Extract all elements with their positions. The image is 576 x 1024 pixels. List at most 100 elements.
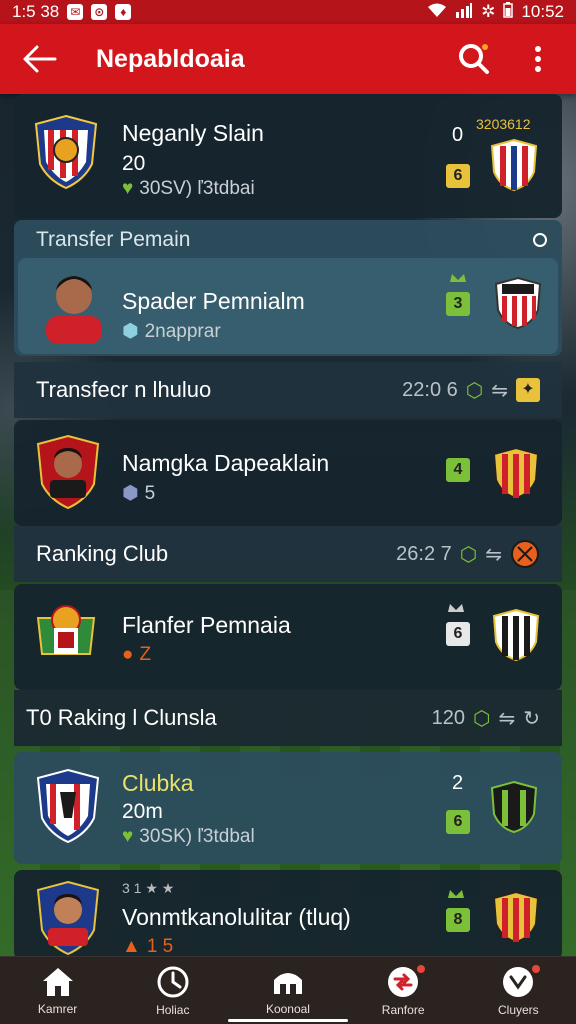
leaf-icon: ♥ xyxy=(122,826,134,847)
player-avatar xyxy=(46,276,102,344)
player-meta-text: 2napprar xyxy=(144,320,221,342)
bottom-navigation: Kamrer Holiac Koonoal Ranfore Cluyers xyxy=(0,956,576,1024)
nav-item-home[interactable]: Kamrer xyxy=(8,966,108,1016)
crown-icon xyxy=(448,604,464,612)
list-item[interactable]: 3 1 ★ ★ Vonmtkanolulitar (tluq) ▲ 1 5 8 xyxy=(14,870,562,960)
rating-badge: 6 xyxy=(446,164,470,188)
section-header: Transfecr n lhuluo 22:0 6 ⬡ ⇋ ✦ xyxy=(14,362,562,418)
shield-outline-icon: ⬡ xyxy=(459,543,478,566)
player-crest-icon xyxy=(36,880,100,956)
app-bar: Nepabldoaia xyxy=(0,24,576,94)
section-title: Ranking Club xyxy=(36,541,169,566)
section-count: 120 xyxy=(431,706,465,729)
rating-badge: 6 xyxy=(446,810,470,834)
home-indicator xyxy=(228,1019,348,1022)
trophy-icon[interactable]: ✦ xyxy=(516,378,540,402)
club-meta-text: 30SK) ľ3tdbal xyxy=(139,826,255,847)
alarm-icon: ✲ xyxy=(481,2,496,21)
notification-dot xyxy=(532,964,541,973)
fire-icon: ● xyxy=(122,644,134,665)
clock-icon xyxy=(157,966,189,997)
player-crest-icon xyxy=(36,434,100,510)
list-item[interactable]: Spader Pemnialm ⬢ 2napprar 3 xyxy=(18,258,558,354)
nav-item-clubs[interactable]: Cluyers xyxy=(468,964,568,1017)
page-title: Nepabldoaia xyxy=(96,44,245,73)
info-icon[interactable] xyxy=(532,232,548,248)
player-meta-text: 1 5 xyxy=(146,936,174,957)
settings-icon: ⊙ xyxy=(91,4,108,20)
transfer-arrows-icon: ⇋ xyxy=(491,379,508,402)
notification-icon: ✉ xyxy=(67,4,84,20)
shield-outline-icon: ⬡ xyxy=(473,707,491,730)
nav-item-transfer[interactable]: Ranfore xyxy=(353,964,453,1017)
section-title: Transfer Pemain xyxy=(36,228,191,251)
club-shield-icon xyxy=(492,446,540,500)
club-crest-icon xyxy=(36,605,96,655)
club-name: Clubka xyxy=(122,770,194,796)
list-item[interactable]: Namgka Dapeaklain ⬢ 5 4 xyxy=(14,420,562,526)
club-meta: ♥ 30SV) ľ3tdbai xyxy=(122,178,255,200)
player-name: Namgka Dapeaklain xyxy=(122,450,330,476)
rating-badge: 6 xyxy=(446,622,470,646)
list-item[interactable]: Neganly Slain 20 ♥ 30SV) ľ3tdbai 0 32036… xyxy=(14,94,562,218)
club-subtitle: 20m xyxy=(122,800,163,823)
club-meta: ♥ 30SK) ľ3tdbal xyxy=(122,826,255,848)
refresh-icon[interactable]: ↻ xyxy=(523,706,540,731)
player-meta-text: 5 xyxy=(144,482,156,504)
club-meta-text: Z xyxy=(139,644,152,665)
rank-number: 0 xyxy=(452,124,464,146)
section-time: 26:2 7 xyxy=(396,542,452,565)
ball-icon[interactable] xyxy=(510,539,540,569)
player-meta: ▲ 1 5 xyxy=(122,936,173,958)
nav-label: Kamrer xyxy=(37,1001,78,1016)
back-button[interactable] xyxy=(20,39,60,79)
search-icon xyxy=(459,44,489,74)
club-meta: ● Z xyxy=(122,644,151,666)
nav-label: Holiac xyxy=(156,1002,190,1017)
wifi-icon xyxy=(427,2,447,23)
list-item[interactable]: Flanfer Pemnaia ● Z 6 xyxy=(14,584,562,690)
section-header: Ranking Club 26:2 7 ⬡ ⇋ xyxy=(14,526,562,582)
rank-number: 2 xyxy=(452,772,464,794)
status-time: 1:5 38 xyxy=(12,2,60,21)
list-item[interactable]: Clubka 20m ♥ 30SK) ľ3tdbal 2 6 xyxy=(14,752,562,864)
player-name: Vonmtkanolulitar (tluq) xyxy=(122,904,351,930)
leaf-icon: ♥ xyxy=(122,178,134,199)
club-crest-icon xyxy=(34,114,98,190)
status-bar: 1:5 38 ✉ ⊙ ♦ ✲ 10:52 xyxy=(0,0,576,24)
home-icon xyxy=(42,967,73,996)
shield-icon: ⬢ xyxy=(122,483,139,504)
transfer-arrows-icon: ⇋ xyxy=(498,707,516,730)
shield-icon: ⬢ xyxy=(122,321,139,342)
fire-icon: ▲ xyxy=(122,936,141,957)
star-rating: 3 1 ★ ★ xyxy=(122,880,175,896)
section-title: Transfecr n lhuluo xyxy=(36,377,212,402)
opponent-shield-icon xyxy=(490,138,538,192)
search-button[interactable] xyxy=(456,41,492,77)
club-name: Neganly Slain xyxy=(122,120,264,146)
transfer-icon xyxy=(388,966,419,997)
player-name: Spader Pemnialm xyxy=(122,288,305,314)
club-shield-icon xyxy=(492,608,540,662)
transfer-arrows-icon: ⇋ xyxy=(485,543,502,566)
crown-icon xyxy=(450,274,466,282)
club-meta-text: 30SV) ľ3tdbai xyxy=(139,178,255,199)
club-shield-icon xyxy=(492,890,540,944)
nav-item-stadium[interactable]: Koonoal xyxy=(238,966,338,1016)
location-icon: ♦ xyxy=(115,4,132,20)
club-shield-icon xyxy=(494,276,542,330)
transfer-section: Transfer Pemain Spader Pemnialm ⬢ 2nappr… xyxy=(14,220,562,356)
more-vertical-icon xyxy=(535,46,541,72)
club-name: Flanfer Pemnaia xyxy=(122,612,291,638)
nav-label: Ranfore xyxy=(381,1002,425,1017)
section-title: T0 Raking l Clunsla xyxy=(26,705,217,730)
more-button[interactable] xyxy=(520,41,556,77)
score-label: 3203612 xyxy=(476,116,531,132)
stadium-icon xyxy=(273,972,302,994)
arrow-left-icon xyxy=(23,45,57,73)
nav-item-history[interactable]: Holiac xyxy=(123,965,223,1017)
crown-icon xyxy=(448,890,464,898)
shield-outline-icon: ⬡ xyxy=(465,379,484,402)
nav-label: Cluyers xyxy=(498,1002,539,1017)
status-time-right: 10:52 xyxy=(521,2,564,21)
